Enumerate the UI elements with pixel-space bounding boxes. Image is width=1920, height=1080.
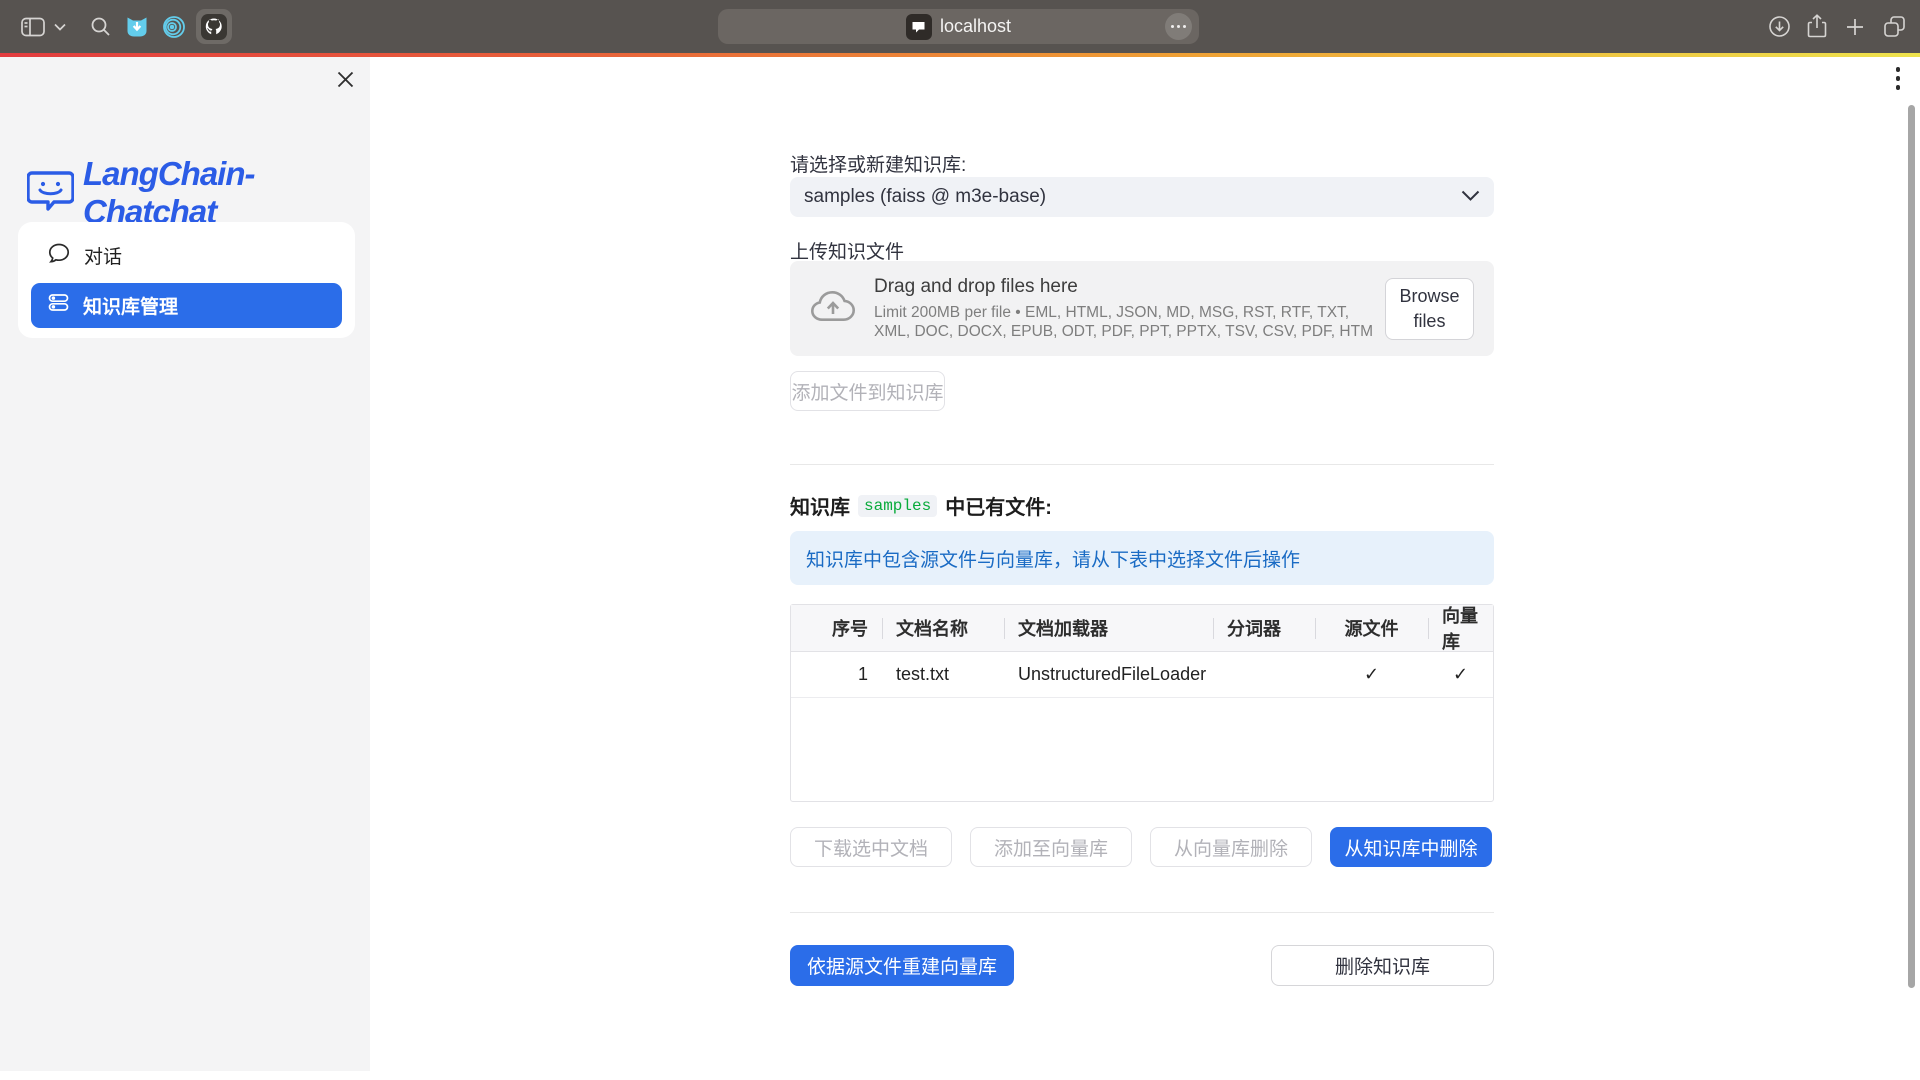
site-favicon xyxy=(906,14,932,40)
sidebar: LangChain-Chatchat 对话 xyxy=(0,57,370,1080)
logo-text: LangChain-Chatchat xyxy=(83,155,370,231)
sidebar-item-kb-management[interactable]: 知识库管理 xyxy=(31,283,342,328)
heading-suffix: 中已有文件: xyxy=(945,491,1052,520)
add-to-vectorstore-button[interactable]: 添加至向量库 xyxy=(970,827,1132,867)
cell-loader: UnstructuredFileLoader xyxy=(1004,652,1213,697)
rebuild-vectorstore-button[interactable]: 依据源文件重建向量库 xyxy=(790,945,1014,986)
info-banner: 知识库中包含源文件与向量库，请从下表中选择文件后操作 xyxy=(790,531,1494,585)
cell-index: 1 xyxy=(791,652,882,697)
divider xyxy=(790,464,1494,465)
url-more-icon[interactable] xyxy=(1165,13,1192,40)
sidebar-toggle-icon[interactable] xyxy=(16,0,50,53)
col-header-index[interactable]: 序号 xyxy=(791,605,882,651)
page-scrollbar[interactable] xyxy=(1908,105,1915,988)
sidebar-item-label: 知识库管理 xyxy=(83,292,178,319)
app-logo: LangChain-Chatchat xyxy=(27,155,370,231)
kb-files-table: 序号 文档名称 文档加载器 分词器 源文件 向量库 1 test.txt Uns… xyxy=(790,604,1494,802)
divider xyxy=(790,912,1494,913)
col-header-vectorstore[interactable]: 向量库 xyxy=(1428,605,1493,651)
delete-from-vectorstore-button[interactable]: 从向量库删除 xyxy=(1150,827,1312,867)
app-page: LangChain-Chatchat 对话 xyxy=(0,57,1920,1080)
browse-files-button[interactable]: Browse files xyxy=(1385,278,1474,340)
file-action-buttons: 下载选中文档 添加至向量库 从向量库删除 从知识库中删除 xyxy=(790,827,1494,867)
address-bar[interactable]: localhost xyxy=(718,9,1199,44)
downloads-icon[interactable] xyxy=(1764,0,1794,53)
heading-prefix: 知识库 xyxy=(790,491,850,520)
browser-toolbar: localhost xyxy=(0,0,1920,53)
kb-select-label: 请选择或新建知识库: xyxy=(790,150,966,177)
tab-overview-icon[interactable] xyxy=(1878,0,1910,53)
sidebar-menu: 对话 知识库管理 xyxy=(18,222,355,338)
app-menu-kebab-icon[interactable] xyxy=(1888,67,1908,107)
col-header-docname[interactable]: 文档名称 xyxy=(882,605,1004,651)
sidebar-item-chat[interactable]: 对话 xyxy=(31,233,342,278)
chevron-down-icon xyxy=(1461,186,1480,208)
cell-sourcefile-check: ✓ xyxy=(1315,652,1428,697)
sidebar-chevron-icon[interactable] xyxy=(50,0,70,53)
dropzone-texts: Drag and drop files here Limit 200MB per… xyxy=(874,276,1385,342)
add-files-button[interactable]: 添加文件到知识库 xyxy=(790,371,945,411)
cell-docname: test.txt xyxy=(882,652,1004,697)
kb-selected-value: samples (faiss @ m3e-base) xyxy=(804,186,1046,208)
col-header-splitter[interactable]: 分词器 xyxy=(1213,605,1315,651)
extension-github-icon[interactable] xyxy=(196,9,232,44)
kb-files-heading: 知识库 samples 中已有文件: xyxy=(790,491,1052,520)
info-text: 知识库中包含源文件与向量库，请从下表中选择文件后操作 xyxy=(806,545,1300,572)
col-header-loader[interactable]: 文档加载器 xyxy=(1004,605,1213,651)
col-header-sourcefile[interactable]: 源文件 xyxy=(1315,605,1428,651)
file-dropzone[interactable]: Drag and drop files here Limit 200MB per… xyxy=(790,261,1494,356)
share-icon[interactable] xyxy=(1802,0,1832,53)
kb-name-code: samples xyxy=(858,495,937,517)
cell-splitter xyxy=(1213,652,1315,697)
delete-from-kb-button[interactable]: 从知识库中删除 xyxy=(1330,827,1492,867)
cell-vectorstore-check: ✓ xyxy=(1428,652,1493,697)
upload-label: 上传知识文件 xyxy=(790,237,904,264)
chat-bubble-icon xyxy=(48,242,70,270)
dropzone-limit: Limit 200MB per file • EML, HTML, JSON, … xyxy=(874,303,1385,342)
logo-chat-icon xyxy=(27,170,74,217)
extension-circles-icon[interactable] xyxy=(158,0,188,53)
sidebar-close-icon[interactable] xyxy=(329,63,361,95)
cloud-upload-icon xyxy=(810,289,856,328)
dropzone-title: Drag and drop files here xyxy=(874,276,1385,298)
extension-bookmark-icon[interactable] xyxy=(122,0,152,53)
kb-selectbox[interactable]: samples (faiss @ m3e-base) xyxy=(790,177,1494,217)
search-icon[interactable] xyxy=(86,0,114,53)
table-row[interactable]: 1 test.txt UnstructuredFileLoader ✓ ✓ xyxy=(791,652,1493,698)
sidebar-item-label: 对话 xyxy=(84,242,122,269)
database-icon xyxy=(48,292,69,319)
download-selected-button[interactable]: 下载选中文档 xyxy=(790,827,952,867)
table-header-row: 序号 文档名称 文档加载器 分词器 源文件 向量库 xyxy=(791,605,1493,652)
url-text: localhost xyxy=(940,16,1011,37)
new-tab-icon[interactable] xyxy=(1840,0,1870,53)
delete-kb-button[interactable]: 删除知识库 xyxy=(1271,945,1494,986)
